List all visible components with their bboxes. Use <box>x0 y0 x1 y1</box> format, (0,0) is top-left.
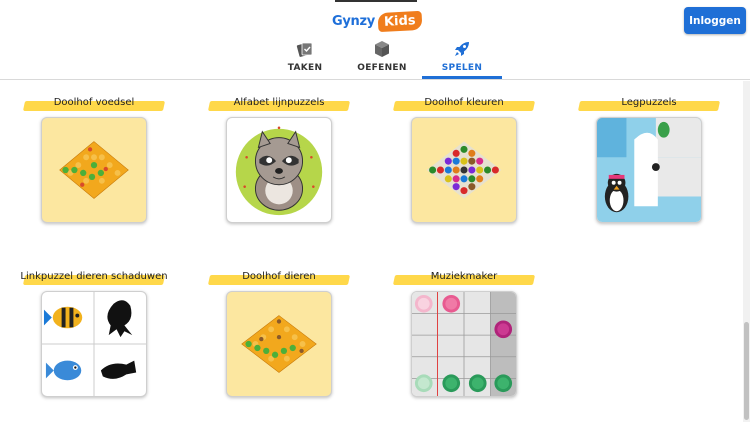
cube-icon <box>375 41 389 57</box>
hexagon-maze-animals-icon[interactable] <box>226 291 332 397</box>
game-title: Doolhof voedsel <box>14 97 174 115</box>
tab-label: TAKEN <box>287 63 323 73</box>
game-title: Alfabet lijnpuzzels <box>199 97 359 115</box>
scrollbar-thumb[interactable] <box>744 322 749 420</box>
animal-shadow-icon[interactable] <box>41 291 147 397</box>
music-grid-icon[interactable] <box>411 291 517 397</box>
game-title: Linkpuzzel dieren schaduwen <box>14 271 174 289</box>
gynzy-kids-logo[interactable]: Gynzy Kids <box>332 8 422 34</box>
raccoon-dot-puzzle-icon[interactable] <box>226 117 332 223</box>
tab-label: OEFENEN <box>357 63 407 73</box>
jigsaw-penguin-icon[interactable] <box>596 117 702 223</box>
vertical-scrollbar[interactable] <box>743 81 750 422</box>
main-tabs: TAKEN OEFENEN SPELEN <box>268 38 502 80</box>
logo-text: Gynzy <box>332 13 375 29</box>
game-title: Doolhof dieren <box>199 271 359 289</box>
logo-kids-badge: Kids <box>377 10 422 32</box>
tab-oefenen[interactable]: OEFENEN <box>342 38 422 79</box>
game-title: Muziekmaker <box>384 271 544 289</box>
top-bar: Gynzy Kids Inloggen TAKEN OEFENEN SPELEN <box>0 0 750 80</box>
top-divider <box>335 0 417 2</box>
game-title: Doolhof kleuren <box>384 97 544 115</box>
hexagon-maze-food-icon[interactable] <box>41 117 147 223</box>
login-button[interactable]: Inloggen <box>684 7 746 34</box>
rocket-icon <box>455 42 469 56</box>
tab-spelen[interactable]: SPELEN <box>422 38 502 79</box>
games-grid: Doolhof voedsel Alfabet lijnpuzzels Dool… <box>0 81 743 422</box>
tab-label: SPELEN <box>441 63 483 73</box>
tab-taken[interactable]: TAKEN <box>268 38 342 79</box>
hexagon-maze-colors-icon[interactable] <box>411 117 517 223</box>
cards-icon <box>296 42 313 57</box>
game-title: Legpuzzels <box>569 97 729 115</box>
